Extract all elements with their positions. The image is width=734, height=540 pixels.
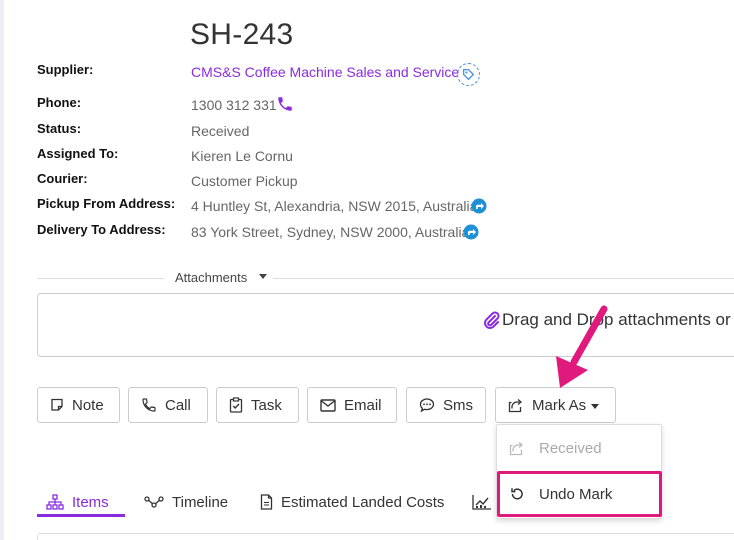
menu-item-label: Received xyxy=(539,439,602,457)
field-label: Phone: xyxy=(37,95,82,110)
menu-item-received[interactable]: Received xyxy=(497,431,663,465)
phone-icon[interactable] xyxy=(276,95,294,113)
call-button[interactable]: Call xyxy=(128,387,208,423)
caret-down-icon xyxy=(591,403,600,409)
task-button[interactable]: Task xyxy=(216,387,299,423)
mark-as-label: Mark As xyxy=(532,396,587,414)
timeline-icon xyxy=(144,496,164,508)
note-label: Note xyxy=(72,396,104,414)
assigned-to-value: Kieren Le Cornu xyxy=(191,148,293,164)
field-label: Pickup From Address: xyxy=(37,196,176,211)
divider xyxy=(37,278,164,279)
chat-bubble-icon xyxy=(419,398,435,413)
task-label: Task xyxy=(251,396,282,414)
status-value: Received xyxy=(191,123,250,139)
tag-icon[interactable] xyxy=(457,63,480,86)
delivery-address-value: 83 York Street, Sydney, NSW 2000, Austra… xyxy=(191,224,470,240)
caret-down-icon[interactable] xyxy=(259,274,267,279)
field-label: Delivery To Address: xyxy=(37,222,166,237)
field-label: Courier: xyxy=(37,171,88,186)
note-button[interactable]: Note xyxy=(37,387,120,423)
directions-icon[interactable] xyxy=(463,224,479,240)
sms-label: Sms xyxy=(443,396,473,414)
email-label: Email xyxy=(344,396,382,414)
call-label: Call xyxy=(165,396,191,414)
phone-icon xyxy=(142,398,156,412)
page-title: SH-243 xyxy=(190,18,294,51)
sms-button[interactable]: Sms xyxy=(406,387,486,423)
share-icon xyxy=(508,398,523,412)
field-label: Assigned To: xyxy=(37,146,119,161)
items-panel xyxy=(37,533,734,540)
left-panel-edge xyxy=(0,0,4,540)
tab-chart[interactable] xyxy=(472,487,500,517)
annotation-arrow xyxy=(556,305,608,388)
tab-estimated-landed-costs[interactable]: Estimated Landed Costs xyxy=(260,487,444,517)
tab-label: Estimated Landed Costs xyxy=(281,493,445,511)
paperclip-icon xyxy=(484,311,500,329)
clipboard-check-icon xyxy=(229,397,243,413)
divider xyxy=(273,278,734,279)
active-tab-indicator xyxy=(37,514,125,517)
attachments-label[interactable]: Attachments xyxy=(175,270,247,285)
phone-value: 1300 312 331 xyxy=(191,97,277,113)
field-label: Supplier: xyxy=(37,62,94,77)
field-label: Status: xyxy=(37,121,82,136)
attachment-dropzone[interactable]: Drag and Drop attachments or xyxy=(37,293,734,357)
sitemap-icon xyxy=(46,494,64,510)
courier-value: Customer Pickup xyxy=(191,173,298,189)
tab-items[interactable]: Items xyxy=(46,487,109,517)
pickup-address-value: 4 Huntley St, Alexandria, NSW 2015, Aust… xyxy=(191,198,478,214)
tab-label: Timeline xyxy=(172,493,229,511)
note-icon xyxy=(51,398,63,411)
document-icon xyxy=(260,494,273,510)
supplier-link[interactable]: CMS&S Coffee Machine Sales and Service xyxy=(191,64,459,80)
chart-icon xyxy=(472,495,491,510)
directions-icon[interactable] xyxy=(471,198,487,214)
tab-timeline[interactable]: Timeline xyxy=(144,487,228,517)
share-icon xyxy=(509,441,524,455)
detail-tabs: Items Timeline Estimated Landed Costs xyxy=(37,487,734,517)
envelope-icon xyxy=(320,398,336,412)
email-button[interactable]: Email xyxy=(307,387,397,423)
tab-label: Items xyxy=(72,493,109,511)
